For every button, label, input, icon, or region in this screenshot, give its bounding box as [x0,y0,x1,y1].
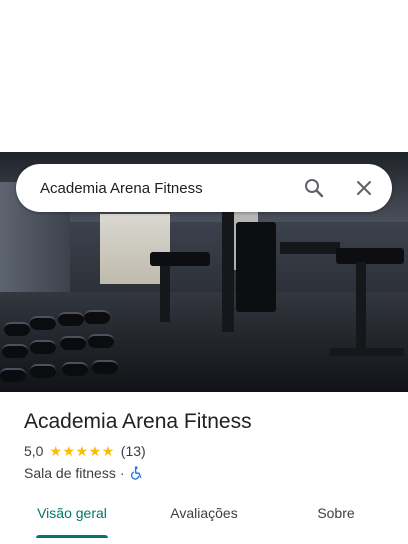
wheelchair-icon [129,466,143,480]
photo-machine-post [160,262,170,322]
place-category[interactable]: Sala de fitness [24,465,116,481]
search-bar[interactable]: Academia Arena Fitness [16,164,392,212]
rating-row[interactable]: 5,0 ★ ★ ★ ★ ★ (13) [24,443,146,459]
separator-dot: · [119,465,125,481]
star-icon: ★ [49,443,63,459]
tab-about[interactable]: Sobre [300,496,372,536]
photo-dumbbell-rack [0,302,120,392]
star-icon: ★ [101,443,115,459]
rating-stars: ★ ★ ★ ★ ★ [49,444,114,458]
photo-machine-leg [356,262,366,352]
photo-machine-bar [280,242,340,254]
tab-reviews[interactable]: Avaliações [162,496,246,536]
rating-value: 5,0 [24,443,44,459]
place-title: Academia Arena Fitness [24,410,252,433]
star-icon: ★ [88,443,102,459]
tab-overview[interactable]: Visão geral [30,496,114,536]
photo-machine-base [330,348,404,356]
search-input[interactable]: Academia Arena Fitness [40,180,392,197]
photo-bench-seat [336,248,404,264]
photo-machine-frame [222,212,234,332]
star-icon: ★ [62,443,76,459]
star-icon: ★ [75,443,89,459]
close-icon[interactable] [352,176,376,200]
photo-bench [150,252,210,266]
tab-active-indicator [36,535,108,538]
review-count[interactable]: (13) [121,443,146,459]
search-icon[interactable] [302,176,326,200]
category-row: Sala de fitness · [24,465,143,481]
tab-bar: Visão geral Avaliações Sobre [0,496,408,536]
photo-bench-back [236,222,276,312]
